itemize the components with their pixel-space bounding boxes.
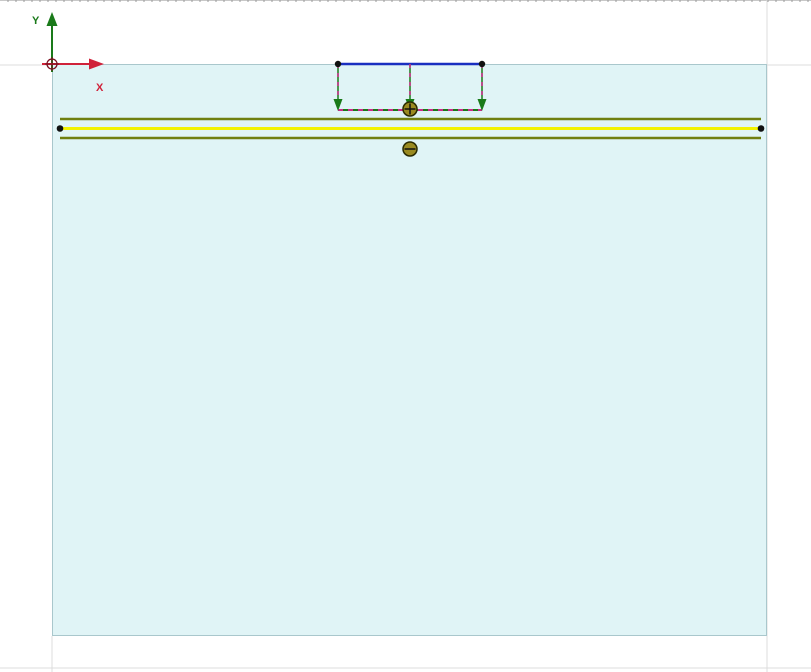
- y-axis-label: Y: [32, 15, 40, 27]
- plate-node-left[interactable]: [56, 125, 64, 132]
- x-axis-label: X: [96, 82, 104, 94]
- load-node-left[interactable]: [334, 60, 342, 68]
- load-node-right[interactable]: [478, 60, 486, 68]
- minus-marker-icon[interactable]: [402, 141, 418, 157]
- plus-marker-icon[interactable]: [402, 101, 418, 117]
- model-canvas[interactable]: Y X: [0, 0, 811, 672]
- y-axis-arrow-icon: [46, 12, 58, 26]
- top-ruler: [0, 0, 811, 2]
- plate-node-right[interactable]: [757, 125, 765, 132]
